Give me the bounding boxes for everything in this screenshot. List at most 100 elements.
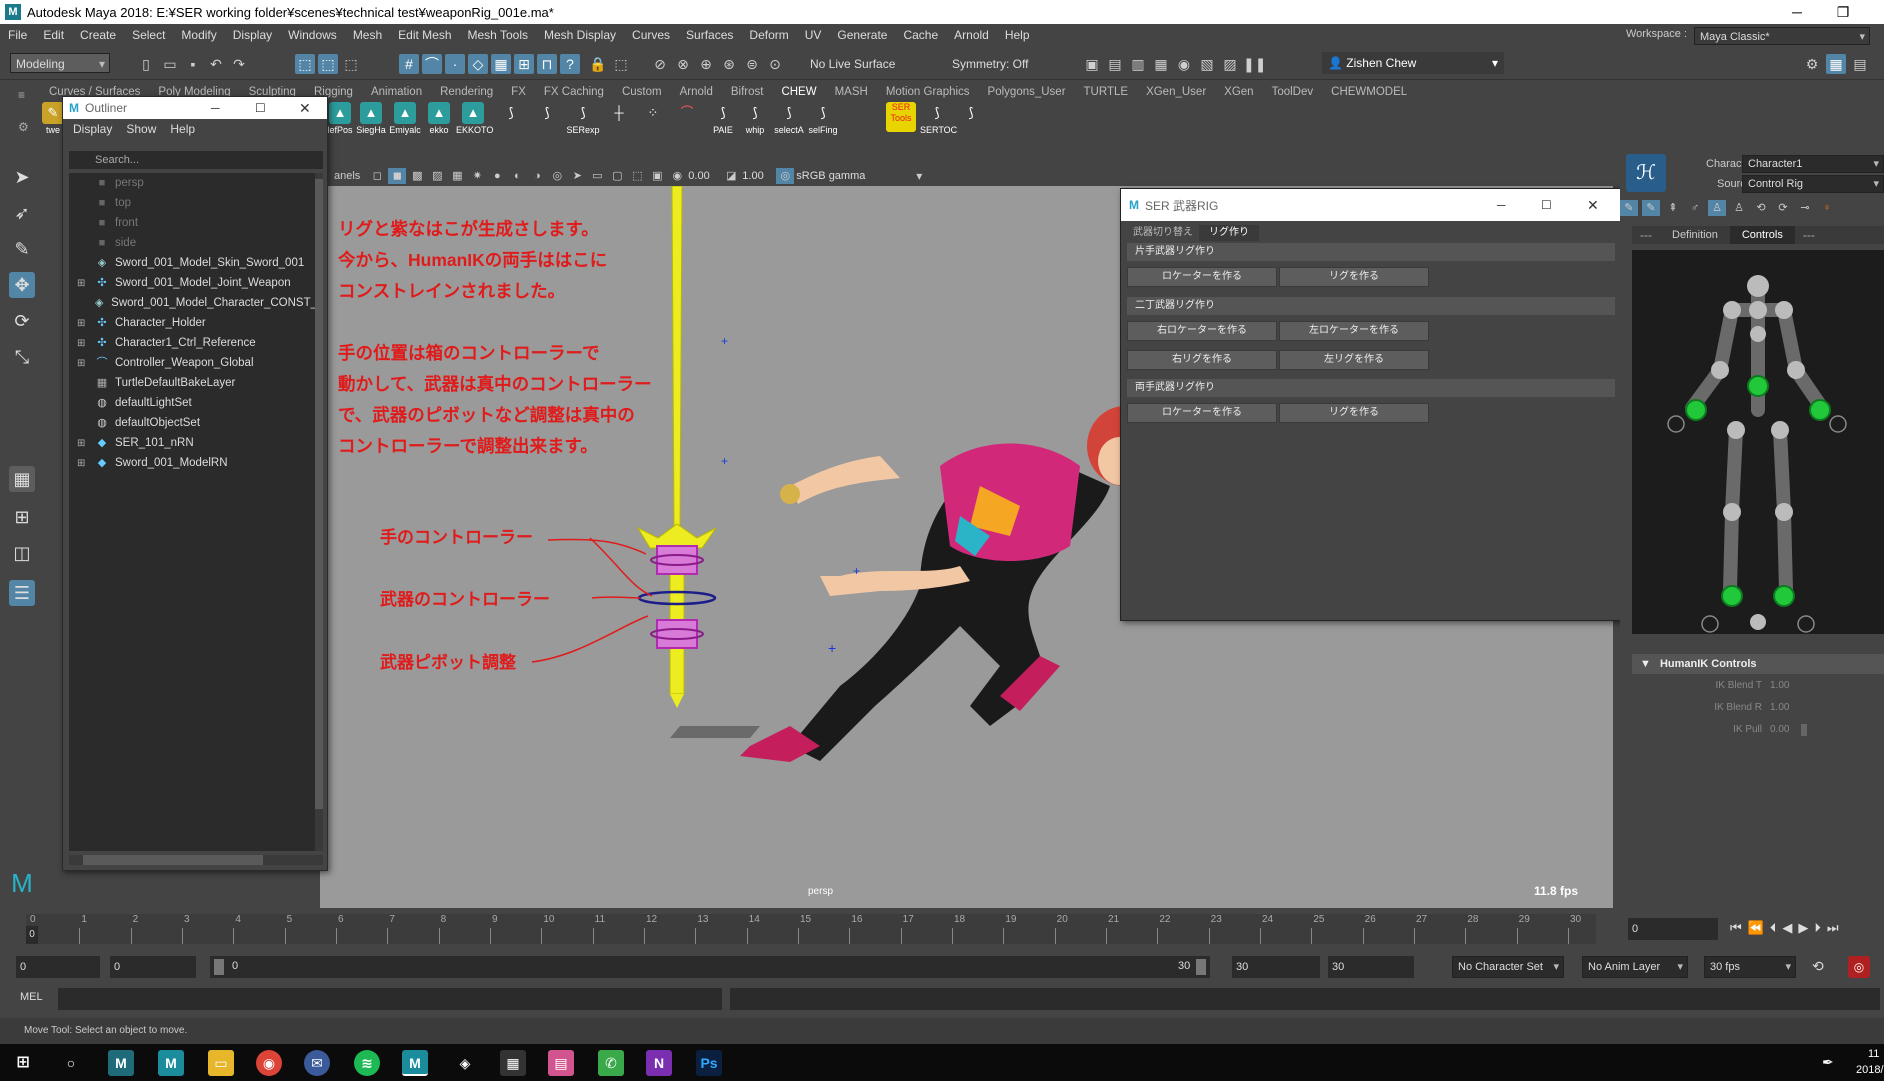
outliner-row[interactable]: ◍ defaultLightSet [69,393,317,413]
left-foot-effector[interactable] [1721,585,1743,607]
lights-icon[interactable]: ▨ [428,168,446,184]
fk-icon[interactable]: ✎ [1620,200,1638,216]
shelf-button[interactable]: ⟆ SERTOC [920,102,957,135]
right-foot-effector[interactable] [1773,585,1795,607]
two-layout-icon[interactable]: ◫ [9,540,35,566]
play-backward-icon[interactable]: ◀ [1782,920,1792,936]
reset-icon[interactable]: ⟳ [1774,200,1792,216]
modeling-toolkit-icon[interactable]: ⚙ [1802,54,1822,74]
hypershade-icon[interactable]: ⊙ [765,54,785,74]
shelf-button[interactable]: ▲ lefPos [323,102,357,135]
create-left-rig-button[interactable]: 左リグを作る [1279,350,1429,370]
current-time-marker[interactable]: 0 [26,926,38,944]
move-tool-icon[interactable]: ✥ [9,272,35,298]
menu-deform[interactable]: Deform [741,28,796,42]
minimize-button[interactable]: ─ [1774,0,1820,24]
command-input[interactable] [58,988,722,1010]
loop-icon[interactable]: ⟲ [1812,958,1824,975]
outliner-window[interactable]: M Outliner ─ ☐ ✕ Display Show Help ⚲ Sea… [62,96,328,871]
menu-edit-mesh[interactable]: Edit Mesh [390,28,459,42]
panels-menu[interactable]: anels [334,170,360,182]
maximize-button[interactable]: ❐ [1820,0,1866,24]
outliner-row[interactable]: ■ front [69,213,317,233]
shelf-tab[interactable]: Bifrost [722,86,773,98]
render-current-icon[interactable]: ▤ [1105,54,1125,74]
create-locator-button[interactable]: ロケーターを作る [1127,403,1277,423]
humanik-logo-icon[interactable]: ℋ [1626,154,1666,192]
ipr-render-icon[interactable]: ◉ [1174,54,1194,74]
snap-magnet-icon[interactable]: ⊓ [537,54,557,74]
create-right-locator-button[interactable]: 右ロケーターを作る [1127,321,1277,341]
create-rig-button[interactable]: リグを作る [1279,403,1429,423]
ao-icon[interactable]: ◐ [508,168,526,184]
shelf-menu-icon[interactable]: ≡ [18,88,25,102]
outliner-row[interactable]: ▦ TurtleDefaultBakeLayer [69,373,317,393]
unity-icon[interactable]: ◈ [452,1050,478,1076]
chrome-icon[interactable]: ◉ [256,1050,282,1076]
selection-icon[interactable]: ♙ [1708,200,1726,216]
time-slider[interactable]: 0 1 2 3 4 5 6 7 8 9 10 11 12 13 14 15 16 17 18 19 20 21 22 23 24… [0,908,1884,948]
render-region-icon[interactable]: ▥ [1128,54,1148,74]
create-left-locator-button[interactable]: 左ロケーターを作る [1279,321,1429,341]
shelf-button[interactable]: ⟆ whip [738,102,772,135]
maya-lt-icon[interactable]: M [108,1050,134,1076]
tab-weapon-switch[interactable]: 武器切り替え [1123,225,1203,241]
shelf-button[interactable]: ▲ ekko [422,102,456,135]
shelf-tab[interactable]: TURTLE [1075,86,1138,98]
outliner-row[interactable]: ■ persp [69,173,317,193]
character-dropdown[interactable]: Character1 [1742,155,1884,173]
play-forward-icon[interactable]: ▶ [1798,920,1808,936]
shelf-tab[interactable]: XGen [1215,86,1262,98]
section-two-hand[interactable]: 両手武器リグ作り [1127,379,1615,397]
outliner-hscrollbar[interactable] [69,855,323,865]
hand-controller-box[interactable] [656,545,698,575]
snap-live-icon[interactable]: ⊞ [514,54,534,74]
expand-icon[interactable] [1829,415,1847,433]
outliner-title-bar[interactable]: M Outliner ─ ☐ ✕ [63,97,327,119]
ser-tools-button[interactable]: SER Tools [884,102,918,133]
maya-icon[interactable]: M [158,1050,184,1076]
end-time-field[interactable]: 30 [1328,956,1414,978]
film-gate-icon[interactable]: ▢ [608,168,626,184]
create-right-rig-button[interactable]: 右リグを作る [1127,350,1277,370]
menu-generate[interactable]: Generate [829,28,895,42]
outliner-row[interactable]: ⊞ ✣ Character1_Ctrl_Reference [69,333,317,353]
expand-icon[interactable] [1797,615,1815,633]
new-scene-icon[interactable]: ▯ [136,54,156,74]
menu-edit[interactable]: Edit [35,28,72,42]
maya-active-icon[interactable]: M [402,1050,428,1076]
undo-icon[interactable]: ↶ [206,54,226,74]
resolution-gate-icon[interactable]: ⬚ [628,168,646,184]
shelf-button[interactable]: ▲ EKKOTO [456,102,493,135]
tab-rig-build[interactable]: リグ作り [1199,225,1259,241]
command-lang-label[interactable]: MEL [20,991,43,1003]
ik-blend-r-value[interactable]: 1.00 [1770,702,1789,724]
expand-icon[interactable] [1701,615,1719,633]
symmetry-label[interactable]: Symmetry: Off [952,57,1028,71]
locator-marker-icon[interactable]: + [828,640,836,656]
outliner-row[interactable]: ■ top [69,193,317,213]
expand-icon[interactable]: ⊞ [77,458,89,469]
step-back-icon[interactable]: ⏪ [1748,920,1764,936]
menu-file[interactable]: File [0,28,35,42]
start-time-field[interactable]: 0 [16,956,100,978]
section-dual-wield[interactable]: 二丁武器リグ作り [1127,297,1615,315]
shelf-tab[interactable]: Rendering [431,86,502,98]
spotify-icon[interactable]: ≋ [354,1050,380,1076]
anim-layer-dropdown[interactable]: No Anim Layer [1582,956,1688,978]
go-to-end-icon[interactable]: ⏭ [1827,920,1839,936]
shelf-button[interactable]: ⟆ selectA [772,102,806,135]
expand-icon[interactable]: ⊞ [77,438,89,449]
outliner-row[interactable]: ⊞ ◆ SER_101_nRN [69,433,317,453]
select-tool-icon[interactable]: ➤ [9,164,35,190]
ik-pull-value[interactable]: 0.00 [1770,724,1789,746]
outliner-row[interactable]: ◈ Sword_001_Model_Skin_Sword_001 [69,253,317,273]
shelf-button[interactable]: ⟆ [494,102,528,125]
search-icon[interactable]: ○ [58,1050,84,1076]
select-hierarchy-icon[interactable]: ⬚ [295,54,315,74]
layout-icon[interactable]: ▦ [1826,54,1846,74]
color-management-icon[interactable]: ◎ [776,168,795,184]
menu-show[interactable]: Show [126,122,156,136]
select-lasso-icon[interactable]: ⬚ [611,54,631,74]
menu-cache[interactable]: Cache [895,28,946,42]
